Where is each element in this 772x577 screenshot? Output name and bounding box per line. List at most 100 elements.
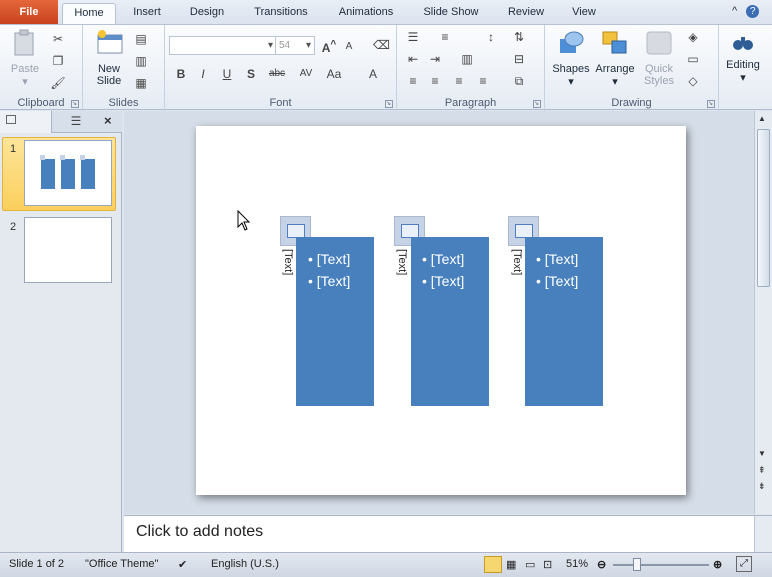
bullet-item[interactable]: • [Text] — [308, 251, 350, 267]
tab-design[interactable]: Design — [180, 3, 234, 24]
chevron-down-icon: ▾ — [568, 76, 574, 88]
align-right-icon[interactable]: ≡ — [451, 73, 467, 89]
section-icon[interactable]: ▦ — [133, 75, 149, 91]
previous-slide-icon[interactable]: ⇞ — [758, 465, 766, 476]
bullet-item[interactable]: • [Text] — [422, 251, 464, 267]
bullet-item[interactable]: • [Text] — [422, 273, 464, 289]
font-name-combo[interactable]: ▾ — [169, 36, 277, 55]
group-drawing: Shapes ▾ Arrange ▾ Quick Styles ◈ ▭ ◇ Dr… — [545, 25, 719, 111]
clipboard-launcher-icon[interactable]: ↘ — [71, 100, 79, 108]
group-clipboard: Paste ▾ ✂ ❐ 🖌 Clipboard ↘ — [0, 25, 83, 111]
paste-button[interactable]: Paste ▾ — [6, 29, 44, 88]
justify-icon[interactable]: ≡ — [475, 73, 491, 89]
align-left-icon[interactable]: ≡ — [405, 73, 421, 89]
theme-name[interactable]: "Office Theme" — [85, 558, 158, 570]
paragraph-launcher-icon[interactable]: ↘ — [533, 100, 541, 108]
chevron-down-icon: ▾ — [267, 40, 273, 51]
notes-pane[interactable]: Click to add notes — [124, 515, 772, 553]
vertical-label[interactable]: [Text] — [280, 249, 294, 283]
numbering-icon[interactable]: ≡ — [437, 29, 453, 45]
grow-font-icon[interactable]: A^ — [321, 37, 337, 55]
reading-view-icon[interactable]: ▭ — [525, 558, 535, 571]
cut-icon[interactable]: ✂ — [50, 31, 66, 47]
align-center-icon[interactable]: ≡ — [427, 73, 443, 89]
binoculars-icon — [733, 37, 753, 50]
increase-indent-icon[interactable]: ⇥ — [427, 51, 443, 67]
reset-icon[interactable]: ▥ — [133, 53, 149, 69]
line-spacing-icon[interactable]: ↕ — [483, 29, 499, 45]
language-indicator[interactable]: English (U.S.) — [211, 558, 279, 570]
italic-button[interactable]: I — [195, 66, 211, 82]
next-slide-icon[interactable]: ⇟ — [758, 481, 766, 492]
zoom-slider[interactable] — [613, 564, 709, 566]
tab-slide-show[interactable]: Slide Show — [413, 3, 489, 24]
shape-outline-icon[interactable]: ▭ — [685, 51, 701, 67]
vertical-label[interactable]: [Text] — [509, 249, 523, 283]
minimize-ribbon-icon[interactable]: ^ — [732, 5, 737, 17]
smartart-icon[interactable]: ⧉ — [511, 73, 527, 89]
chevron-down-icon: ▾ — [22, 76, 28, 88]
shape-fill-icon[interactable]: ◈ — [685, 29, 701, 45]
tab-animations[interactable]: Animations — [328, 3, 404, 24]
tab-file[interactable]: File — [0, 0, 58, 24]
vertical-scrollbar[interactable]: ▲ ▼ ⇞ ⇟ — [754, 111, 772, 514]
zoom-in-icon[interactable]: ⊕ — [713, 558, 722, 571]
bullet-item[interactable]: • [Text] — [308, 273, 350, 289]
copy-icon[interactable]: ❐ — [50, 53, 66, 69]
arrange-button[interactable]: Arrange ▾ — [593, 29, 637, 88]
char-spacing-button[interactable]: AV — [295, 66, 317, 82]
slide-thumbnail-1[interactable] — [24, 140, 112, 206]
zoom-slider-thumb[interactable] — [633, 558, 641, 571]
scroll-up-icon[interactable]: ▲ — [758, 114, 766, 123]
quick-styles-button[interactable]: Quick Styles — [637, 29, 681, 87]
zoom-out-icon[interactable]: ⊖ — [597, 558, 606, 571]
vertical-label[interactable]: [Text] — [394, 249, 408, 283]
new-slide-button[interactable]: New Slide — [89, 29, 129, 87]
tab-transitions[interactable]: Transitions — [245, 3, 317, 24]
close-panel-icon[interactable]: × — [104, 113, 118, 129]
font-launcher-icon[interactable]: ↘ — [385, 100, 393, 108]
shapes-button[interactable]: Shapes ▾ — [549, 29, 593, 88]
scroll-thumb[interactable] — [757, 129, 770, 287]
change-case-button[interactable]: Aa — [323, 66, 345, 82]
editing-button[interactable]: Editing ▾ — [721, 31, 765, 84]
bold-button[interactable]: B — [173, 66, 189, 82]
slide-thumbnail-2[interactable] — [24, 217, 112, 283]
notes-scrollbar[interactable] — [754, 516, 772, 553]
bullet-item[interactable]: • [Text] — [536, 273, 578, 289]
font-color-button[interactable]: A — [365, 66, 381, 82]
normal-view-icon[interactable] — [484, 556, 502, 573]
strikethrough-button[interactable]: abc — [265, 66, 289, 82]
tab-review[interactable]: Review — [500, 3, 552, 24]
tab-home[interactable]: Home — [62, 3, 116, 24]
slides-tab[interactable] — [0, 111, 52, 133]
drawing-launcher-icon[interactable]: ↘ — [707, 100, 715, 108]
font-size-combo[interactable]: 54 ▾ — [275, 36, 315, 55]
panel-tabs: ☰ × — [0, 111, 122, 133]
layout-icon[interactable]: ▤ — [133, 31, 149, 47]
columns-icon[interactable]: ▥ — [459, 51, 475, 67]
outline-tab[interactable]: ☰ — [52, 111, 100, 133]
help-icon[interactable]: ? — [746, 5, 760, 18]
fit-to-window-icon[interactable]: ⤢ — [736, 556, 752, 572]
align-text-icon[interactable]: ⊟ — [511, 51, 527, 67]
tab-insert[interactable]: Insert — [124, 3, 170, 24]
tab-view[interactable]: View — [562, 3, 606, 24]
shrink-font-icon[interactable]: A — [341, 39, 357, 55]
text-direction-icon[interactable]: ⇅ — [511, 29, 527, 45]
zoom-level[interactable]: 51% — [566, 558, 588, 570]
clear-format-icon[interactable]: ⌫ — [373, 37, 390, 53]
group-slides: New Slide ▤ ▥ ▦ Slides — [83, 25, 165, 111]
shape-effects-icon[interactable]: ◇ — [685, 73, 701, 89]
spelling-check-icon[interactable]: ✔ — [178, 558, 187, 571]
underline-button[interactable]: U — [219, 66, 235, 82]
mouse-cursor-icon — [237, 210, 251, 231]
slide-sorter-icon[interactable]: ▦ — [506, 558, 516, 571]
scroll-down-icon[interactable]: ▼ — [758, 449, 766, 458]
shadow-button[interactable]: S — [243, 66, 259, 82]
format-painter-icon[interactable]: 🖌 — [50, 75, 66, 91]
slide-show-icon[interactable]: ⊡ — [543, 558, 552, 571]
bullet-item[interactable]: • [Text] — [536, 251, 578, 267]
bullets-icon[interactable]: ☰ — [405, 29, 421, 45]
decrease-indent-icon[interactable]: ⇤ — [405, 51, 421, 67]
